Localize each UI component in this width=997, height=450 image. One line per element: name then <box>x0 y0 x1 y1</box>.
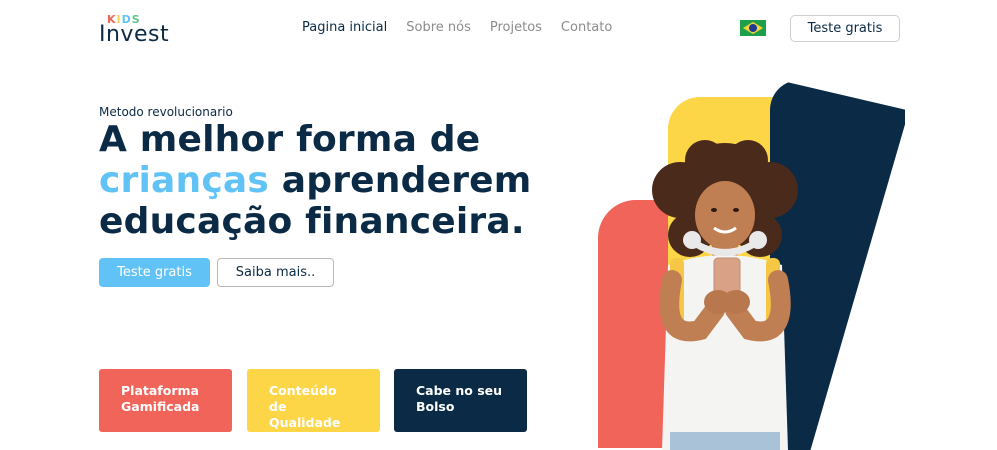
feature-card-line: Qualidade <box>269 415 341 430</box>
feature-card-line: Conteúdo de <box>269 383 337 414</box>
face <box>695 181 755 249</box>
headline-highlight: crianças <box>99 160 270 201</box>
nav-item-contact[interactable]: Contato <box>561 20 612 35</box>
feature-card-gamified: Plataforma Gamificada <box>99 369 232 432</box>
hero-headline: A melhor forma de crianças aprenderem ed… <box>99 119 579 242</box>
child-with-phone-illustration <box>652 140 798 450</box>
feature-card-line: Bolso <box>416 399 455 414</box>
header-free-trial-button[interactable]: Teste gratis <box>790 15 900 42</box>
feature-card-line: Cabe no seu <box>416 383 503 398</box>
feature-card-quality: Conteúdo de Qualidade <box>247 369 380 432</box>
main-nav: Pagina inicial Sobre nós Projetos Contat… <box>302 20 612 35</box>
learn-more-button[interactable]: Saiba mais.. <box>217 258 334 287</box>
feature-card-affordable: Cabe no seu Bolso <box>394 369 527 432</box>
headline-line-2: aprenderem <box>281 160 532 201</box>
hero-free-trial-button[interactable]: Teste gratis <box>99 258 210 287</box>
nav-item-about[interactable]: Sobre nós <box>406 20 471 35</box>
feature-card-line: Gamificada <box>121 399 200 414</box>
flag-circle <box>749 24 757 32</box>
logo-invest-text: Invest <box>99 22 170 47</box>
brazil-flag-icon[interactable] <box>740 20 766 36</box>
headline-line-3: educação financeira. <box>99 201 525 242</box>
hero-eyebrow: Metodo revolucionario <box>99 105 233 119</box>
logo[interactable]: KIDS Invest <box>99 12 189 48</box>
feature-card-line: Plataforma <box>121 383 199 398</box>
headline-line-1: A melhor forma de <box>99 119 481 160</box>
nav-item-projects[interactable]: Projetos <box>490 20 542 35</box>
nav-item-home[interactable]: Pagina inicial <box>302 20 387 35</box>
